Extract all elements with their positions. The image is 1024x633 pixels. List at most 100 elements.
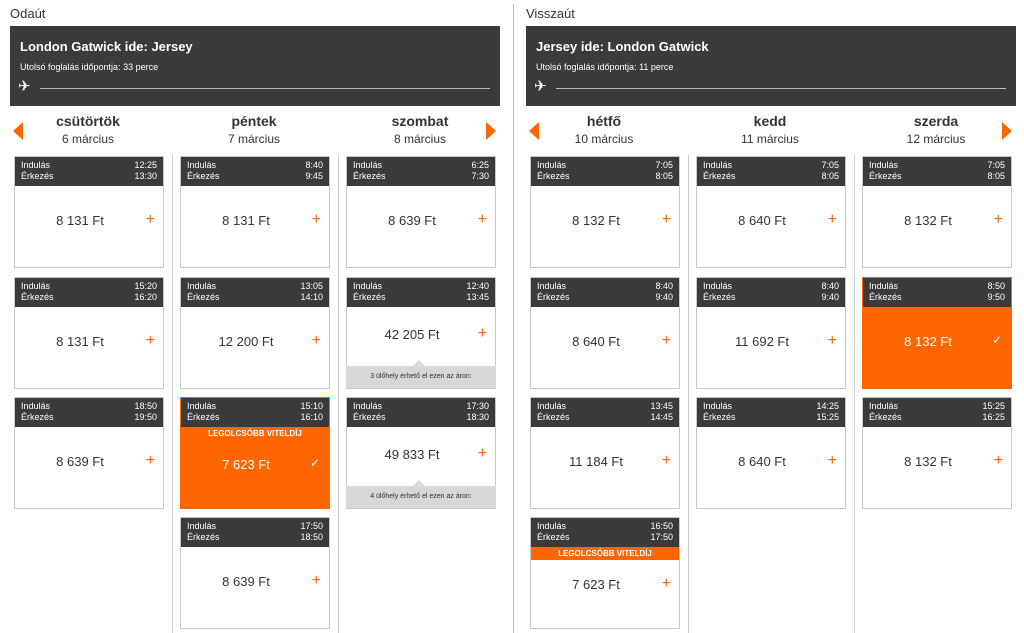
departure-time: 8:40 <box>821 281 839 291</box>
arrival-time: 14:45 <box>650 412 673 422</box>
departure-time: 15:20 <box>134 281 157 291</box>
departure-time: 7:05 <box>987 160 1005 170</box>
departure-label: Indulás <box>187 160 217 170</box>
flight-card[interactable]: Indulás 17:30 Érkezés 18:30 49 833 Ft +4 ülőh… <box>346 397 496 509</box>
flight-card[interactable]: Indulás 15:25 Érkezés 16:25 8 132 Ft + <box>862 397 1012 509</box>
flight-card[interactable]: Indulás 7:05 Érkezés 8:05 8 132 Ft + <box>530 156 680 268</box>
arrival-row: Érkezés 16:20 <box>21 292 157 303</box>
arrival-label: Érkezés <box>537 532 570 542</box>
flight-times: Indulás 8:40 Érkezés 9:40 <box>697 278 845 307</box>
plus-icon[interactable]: + <box>994 211 1003 229</box>
day-name: szombat <box>391 113 449 129</box>
day-date: 11 március <box>741 132 799 146</box>
departure-time: 16:50 <box>650 521 673 531</box>
plus-icon[interactable]: + <box>146 452 155 470</box>
departure-label: Indulás <box>869 160 899 170</box>
flight-price-area: 8 640 Ft + <box>697 427 845 508</box>
flight-card[interactable]: Indulás 13:45 Érkezés 14:45 11 184 Ft + <box>530 397 680 509</box>
return-panel: Visszaút Jersey ide: London Gatwick Utol… <box>526 0 1017 633</box>
plus-icon[interactable]: + <box>312 572 321 590</box>
plus-icon[interactable]: + <box>828 332 837 350</box>
arrival-label: Érkezés <box>353 171 386 181</box>
flight-price: 11 692 Ft <box>735 334 789 349</box>
flight-card[interactable]: Indulás 16:50 Érkezés 17:50 LEGOLCSÓBB VITEL… <box>530 517 680 629</box>
arrival-time: 8:05 <box>987 171 1005 181</box>
flight-price: 7 623 Ft <box>222 457 270 472</box>
plus-icon[interactable]: + <box>478 325 487 343</box>
arrival-time: 13:45 <box>466 292 489 302</box>
plus-icon[interactable]: + <box>662 211 671 229</box>
flight-times: Indulás 8:40 Érkezés 9:45 <box>181 157 329 186</box>
route-line <box>40 88 490 89</box>
departure-label: Indulás <box>537 521 567 531</box>
flight-card[interactable]: Indulás 15:20 Érkezés 16:20 8 131 Ft + <box>14 277 164 389</box>
flight-card[interactable]: Indulás 14:25 Érkezés 15:25 8 640 Ft + <box>696 397 846 509</box>
departure-time: 14:25 <box>816 401 839 411</box>
seats-available-note: 4 ülőhely érhető el ezen az áron: <box>346 480 496 508</box>
day-header: kedd 11 március <box>694 113 846 153</box>
plus-icon[interactable]: + <box>662 575 671 593</box>
plus-icon[interactable]: + <box>662 332 671 350</box>
flight-price-area: 8 639 Ft + <box>15 427 163 508</box>
arrival-time: 13:30 <box>134 171 157 181</box>
flight-card[interactable]: Indulás 7:05 Érkezés 8:05 8 640 Ft + <box>696 156 846 268</box>
departure-row: Indulás 17:30 <box>353 401 489 412</box>
flight-card[interactable]: Indulás 18:50 Érkezés 19:50 8 639 Ft + <box>14 397 164 509</box>
flight-times: Indulás 13:05 Érkezés 14:10 <box>181 278 329 307</box>
departure-row: Indulás 8:40 <box>187 160 323 171</box>
flight-times: Indulás 12:40 Érkezés 13:45 <box>347 278 495 307</box>
flight-card[interactable]: Indulás 7:05 Érkezés 8:05 8 132 Ft + <box>862 156 1012 268</box>
outbound-panel: Odaút London Gatwick ide: Jersey Utolsó … <box>10 0 501 633</box>
departure-time: 15:25 <box>982 401 1005 411</box>
flight-card[interactable]: Indulás 8:50 Érkezés 9:50 8 132 Ft ✓ <box>862 277 1012 389</box>
flight-price: 8 132 Ft <box>904 454 952 469</box>
plus-icon[interactable]: + <box>146 211 155 229</box>
arrival-label: Érkezés <box>703 171 736 181</box>
departure-label: Indulás <box>869 281 899 291</box>
plus-icon[interactable]: + <box>478 211 487 229</box>
flight-card[interactable]: Indulás 8:40 Érkezés 9:45 8 131 Ft + <box>180 156 330 268</box>
flight-card[interactable]: Indulás 13:05 Érkezés 14:10 12 200 Ft + <box>180 277 330 389</box>
plus-icon[interactable]: + <box>312 332 321 350</box>
arrival-label: Érkezés <box>21 412 54 422</box>
section-label: Visszaút <box>526 6 575 21</box>
flight-card[interactable]: Indulás 17:50 Érkezés 18:50 8 639 Ft + <box>180 517 330 629</box>
flight-card[interactable]: Indulás 8:40 Érkezés 9:40 8 640 Ft + <box>530 277 680 389</box>
flight-times: Indulás 8:50 Érkezés 9:50 <box>863 278 1011 307</box>
flight-times: Indulás 6:25 Érkezés 7:30 <box>347 157 495 186</box>
flight-card[interactable]: Indulás 12:25 Érkezés 13:30 8 131 Ft + <box>14 156 164 268</box>
flight-price: 8 639 Ft <box>388 213 436 228</box>
plus-icon[interactable]: + <box>994 452 1003 470</box>
flight-times: Indulás 7:05 Érkezés 8:05 <box>531 157 679 186</box>
flight-times: Indulás 14:25 Érkezés 15:25 <box>697 398 845 427</box>
plus-icon[interactable]: + <box>478 445 487 463</box>
plus-icon[interactable]: + <box>662 452 671 470</box>
flight-card[interactable]: Indulás 12:40 Érkezés 13:45 42 205 Ft +3 ülőh… <box>346 277 496 389</box>
departure-label: Indulás <box>537 401 567 411</box>
departure-row: Indulás 16:50 <box>537 521 673 532</box>
arrival-label: Érkezés <box>353 412 386 422</box>
arrival-label: Érkezés <box>187 292 220 302</box>
seats-available-note: 3 ülőhely érhető el ezen az áron: <box>346 360 496 388</box>
flight-card[interactable]: Indulás 6:25 Érkezés 7:30 8 639 Ft + <box>346 156 496 268</box>
column-divider <box>172 155 173 633</box>
flight-times: Indulás 17:50 Érkezés 18:50 <box>181 518 329 547</box>
flight-card[interactable]: Indulás 8:40 Érkezés 9:40 11 692 Ft + <box>696 277 846 389</box>
arrival-label: Érkezés <box>869 171 902 181</box>
arrival-time: 9:50 <box>987 292 1005 302</box>
plus-icon[interactable]: + <box>312 211 321 229</box>
flight-price: 8 640 Ft <box>572 334 620 349</box>
departure-label: Indulás <box>21 281 51 291</box>
departure-time: 6:25 <box>471 160 489 170</box>
departure-time: 7:05 <box>821 160 839 170</box>
departure-label: Indulás <box>703 281 733 291</box>
day-header: hétfő 10 március <box>528 113 680 153</box>
flight-card[interactable]: Indulás 15:10 Érkezés 16:10 LEGOLCSÓBB VITEL… <box>180 397 330 509</box>
route-header: London Gatwick ide: Jersey Utolsó foglal… <box>10 26 500 106</box>
arrival-row: Érkezés 13:45 <box>353 292 489 303</box>
flight-price: 8 131 Ft <box>56 213 104 228</box>
departure-time: 13:05 <box>300 281 323 291</box>
plus-icon[interactable]: + <box>146 332 155 350</box>
plus-icon[interactable]: + <box>828 452 837 470</box>
plus-icon[interactable]: + <box>828 211 837 229</box>
